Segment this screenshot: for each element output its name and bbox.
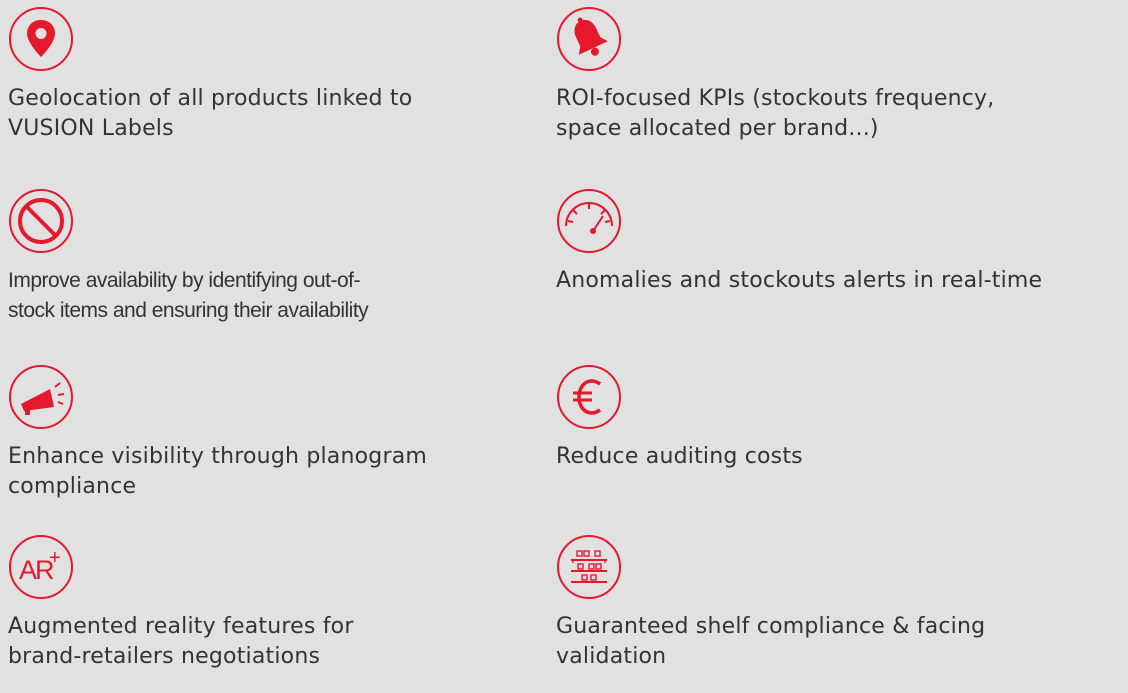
prohibited-icon	[8, 188, 74, 254]
ar-icon-plus: +	[49, 547, 61, 569]
feature-auditing-costs: Reduce auditing costs	[556, 364, 1096, 472]
speedometer-icon	[556, 188, 622, 254]
feature-availability: Improve availability by identifying out-…	[8, 188, 548, 326]
feature-label: Reduce auditing costs	[556, 444, 803, 469]
megaphone-icon	[8, 364, 74, 430]
ar-plus-icon: AR +	[8, 534, 74, 600]
location-pin-icon	[8, 6, 74, 72]
feature-label: Augmented reality features for brand-ret…	[8, 614, 354, 669]
feature-grid: Geolocation of all products linked to VU…	[0, 0, 1128, 693]
feature-roi-kpis: ROI-focused KPIs (stockouts frequency, s…	[556, 6, 1096, 144]
feature-label: Geolocation of all products linked to VU…	[8, 86, 413, 141]
feature-label: Improve availability by identifying out-…	[8, 269, 369, 322]
feature-label: Enhance visibility through planogram com…	[8, 444, 428, 499]
feature-alerts: Anomalies and stockouts alerts in real-t…	[556, 188, 1096, 296]
feature-label: Guaranteed shelf compliance & facing val…	[556, 614, 986, 669]
feature-label: ROI-focused KPIs (stockouts frequency, s…	[556, 86, 995, 141]
bell-icon	[556, 6, 622, 72]
feature-augmented-reality: AR + Augmented reality features for bran…	[8, 534, 548, 672]
feature-label: Anomalies and stockouts alerts in real-t…	[556, 268, 1043, 293]
shelf-icon	[556, 534, 622, 600]
feature-shelf-compliance: Guaranteed shelf compliance & facing val…	[556, 534, 1096, 672]
feature-visibility: Enhance visibility through planogram com…	[8, 364, 548, 502]
feature-geolocation: Geolocation of all products linked to VU…	[8, 6, 548, 144]
euro-icon	[556, 364, 622, 430]
